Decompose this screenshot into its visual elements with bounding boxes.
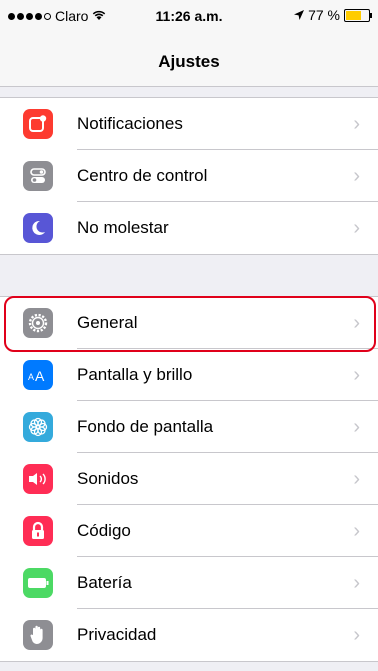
- chevron-right-icon: ›: [353, 624, 360, 646]
- gear-icon: [23, 308, 53, 338]
- battery-icon: [344, 8, 372, 22]
- battery-icon: [23, 568, 53, 598]
- settings-row-label: Batería: [77, 573, 132, 592]
- settings-row-notificaciones[interactable]: Notificaciones ›: [0, 98, 378, 150]
- location-icon: [294, 7, 305, 23]
- control-center-icon: [23, 161, 53, 191]
- settings-row-label: Fondo de pantalla: [77, 417, 214, 436]
- navigation-bar: Ajustes: [0, 38, 378, 87]
- chevron-right-icon: ›: [353, 520, 360, 542]
- settings-row-general[interactable]: General ›: [0, 297, 378, 349]
- settings-row-label: Código: [77, 521, 131, 540]
- settings-row-no-molestar[interactable]: No molestar ›: [0, 202, 378, 254]
- moon-icon: [23, 213, 53, 243]
- settings-row-label: Privacidad: [77, 625, 157, 644]
- chevron-right-icon: ›: [353, 468, 360, 490]
- battery-area: 77 %: [294, 7, 372, 23]
- settings-row-label: Notificaciones: [77, 114, 183, 133]
- settings-row-label: No molestar: [77, 218, 169, 237]
- chevron-right-icon: ›: [353, 416, 360, 438]
- settings-row-pantalla-y-brillo[interactable]: A A Pantalla y brillo ›: [0, 349, 378, 401]
- settings-group-2: General › A A Pantalla y brillo › Fondo de pan…: [0, 296, 378, 662]
- battery-percent: 77 %: [308, 7, 340, 23]
- page-title: Ajustes: [158, 52, 220, 71]
- settings-row-label: Sonidos: [77, 469, 139, 488]
- settings-row-label: Pantalla y brillo: [77, 365, 193, 384]
- settings-row-bateria[interactable]: Batería ›: [0, 557, 378, 609]
- status-bar: Claro 11:26 a.m. 77 %: [0, 0, 378, 38]
- notifications-icon: [23, 109, 53, 139]
- svg-text:A: A: [28, 372, 34, 382]
- settings-row-codigo[interactable]: Código ›: [0, 505, 378, 557]
- chevron-right-icon: ›: [353, 217, 360, 239]
- sound-icon: [23, 464, 53, 494]
- settings-group-1: Notificaciones › Centro de control › No mole…: [0, 97, 378, 255]
- svg-text:A: A: [35, 368, 45, 383]
- chevron-right-icon: ›: [353, 312, 360, 334]
- chevron-right-icon: ›: [353, 113, 360, 135]
- chevron-right-icon: ›: [353, 364, 360, 386]
- chevron-right-icon: ›: [353, 572, 360, 594]
- settings-row-fondo-de-pantalla[interactable]: Fondo de pantalla ›: [0, 401, 378, 453]
- settings-row-label: General: [77, 313, 138, 332]
- lock-icon: [23, 516, 53, 546]
- settings-row-sonidos[interactable]: Sonidos ›: [0, 453, 378, 505]
- wallpaper-icon: [23, 412, 53, 442]
- chevron-right-icon: ›: [353, 165, 360, 187]
- settings-row-centro-de-control[interactable]: Centro de control ›: [0, 150, 378, 202]
- settings-row-privacidad[interactable]: Privacidad ›: [0, 609, 378, 661]
- display-brightness-icon: AA: [23, 360, 53, 390]
- settings-row-label: Centro de control: [77, 166, 208, 185]
- hand-icon: [23, 620, 53, 650]
